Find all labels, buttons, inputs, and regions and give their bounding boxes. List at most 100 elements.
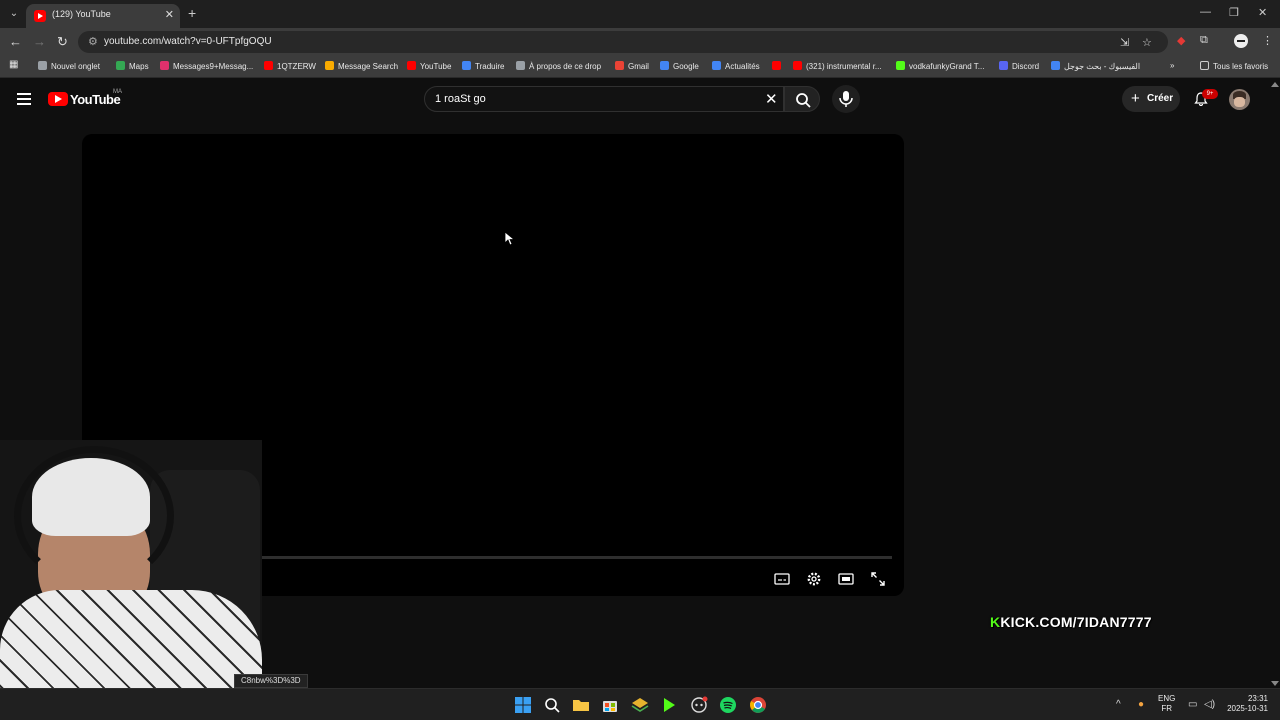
windows-start-icon[interactable] [513, 695, 533, 715]
tray-overflow-chevron-icon[interactable]: ^ [1116, 699, 1121, 710]
browser-toolbar: ← → ↻ ⚙ youtube.com/watch?v=0-UFTpfgOQU … [0, 28, 1280, 56]
tab-search-button[interactable]: ⌄ [6, 6, 22, 22]
tab-close-icon[interactable]: ✕ [165, 8, 174, 21]
bookmark-item[interactable]: YouTube [407, 61, 451, 71]
address-url: youtube.com/watch?v=0-UFTpfgOQU [104, 36, 272, 47]
reload-button[interactable]: ↻ [57, 34, 68, 50]
create-button[interactable]: + Créer [1122, 86, 1180, 112]
search-query: 1 roaSt go [435, 93, 486, 105]
bookmark-favicon-icon [516, 61, 525, 70]
bookmark-item[interactable]: Messages9+Messag... [160, 61, 253, 71]
bookmark-item[interactable]: Maps [116, 61, 149, 71]
chrome-icon[interactable] [748, 695, 768, 715]
bookmark-favicon-icon [1051, 61, 1060, 70]
bookmark-favicon-icon [896, 61, 905, 70]
bookmark-item[interactable]: Google [660, 61, 699, 71]
voice-search-button[interactable] [832, 85, 860, 113]
maximize-button[interactable]: ❐ [1229, 6, 1239, 19]
scroll-down-arrow-icon[interactable] [1271, 681, 1279, 686]
tab-title: (129) YouTube [52, 9, 111, 19]
layers-app-icon[interactable] [630, 695, 650, 715]
youtube-header: YouTube MA 1 roaSt go ✕ + Créer 9+ [0, 80, 1270, 120]
new-tab-button[interactable]: + [188, 5, 196, 21]
more-bookmarks-chevron-icon[interactable]: » [1170, 61, 1174, 70]
extension-icon[interactable]: ◆ [1177, 34, 1185, 47]
bookmark-favicon-icon [712, 61, 721, 70]
apps-grid-icon[interactable]: ▦ [9, 59, 18, 70]
bookmark-item[interactable]: À propos de ce drop [516, 61, 601, 71]
site-info-icon[interactable]: ⚙ [88, 35, 98, 48]
menu-hamburger-icon[interactable] [17, 93, 31, 108]
extensions-puzzle-icon[interactable]: ⧉ [1200, 34, 1208, 47]
bookmark-item[interactable]: 1QTZERW [264, 61, 316, 71]
bookmark-item[interactable]: Actualités [712, 61, 760, 71]
windows-taskbar: ^ ● ENG FR ▭ ◁) 23:31 2025-10-31 [0, 688, 1280, 720]
bookmark-item[interactable]: الفيسبوك - بحث جوجل [1051, 61, 1140, 71]
browser-menu-icon[interactable]: ⋮ [1262, 34, 1273, 47]
search-button[interactable] [784, 86, 820, 112]
all-bookmarks-folder[interactable]: Tous les favoris [1200, 61, 1268, 71]
address-bar[interactable]: ⚙ youtube.com/watch?v=0-UFTpfgOQU ⇲ ☆ [78, 31, 1168, 53]
plus-icon: + [1131, 90, 1140, 107]
bookmark-item[interactable]: Gmail [615, 61, 649, 71]
kick-logo-icon: K [990, 614, 1001, 630]
bookmark-favicon-icon [264, 61, 273, 70]
page-scrollbar[interactable] [1270, 80, 1280, 688]
bookmark-favicon-icon [462, 61, 471, 70]
bookmark-favicon-icon [999, 61, 1008, 70]
search-input[interactable]: 1 roaSt go ✕ [424, 86, 784, 112]
country-code: MA [113, 89, 122, 95]
notification-badge: 9+ [1202, 89, 1218, 99]
create-label: Créer [1147, 93, 1174, 104]
mouse-cursor-icon [505, 232, 515, 246]
bookmark-favicon-icon [325, 61, 334, 70]
system-clock[interactable]: 23:31 2025-10-31 [1224, 694, 1268, 714]
bookmark-item[interactable]: Traduire [462, 61, 505, 71]
search-icon [796, 93, 811, 108]
avatar[interactable] [1229, 89, 1250, 110]
profile-icon[interactable] [1234, 34, 1248, 48]
microsoft-store-icon[interactable] [600, 695, 620, 715]
settings-gear-icon[interactable] [806, 571, 822, 587]
bookmark-favicon-icon [407, 61, 416, 70]
bookmark-item[interactable]: (321) instrumental r... [793, 61, 882, 71]
folder-icon [1200, 61, 1209, 70]
scroll-up-arrow-icon[interactable] [1271, 82, 1279, 87]
subtitles-icon[interactable] [774, 571, 790, 587]
bookmark-item[interactable]: vodkafunkyGrand T... [896, 61, 984, 71]
youtube-logo-icon[interactable] [48, 92, 68, 106]
active-tab[interactable]: (129) YouTube ✕ [26, 4, 180, 28]
bookmark-favicon-icon [615, 61, 624, 70]
microphone-tray-icon[interactable]: ● [1138, 699, 1144, 710]
bookmark-favicon-icon [660, 61, 669, 70]
bookmark-item[interactable]: Discord [999, 61, 1039, 71]
youtube-favicon-icon [34, 10, 46, 22]
youtube-bookmark-icon[interactable] [772, 61, 785, 71]
taskbar-search-icon[interactable] [542, 695, 562, 715]
clear-search-icon[interactable]: ✕ [765, 90, 778, 108]
streamer-shirt [0, 590, 262, 692]
back-button[interactable]: ← [9, 34, 22, 49]
bookmark-star-icon[interactable]: ☆ [1142, 36, 1152, 49]
file-explorer-icon[interactable] [571, 695, 591, 715]
kick-channel-overlay: KKICK.COM/7IDAN7777 [990, 614, 1152, 630]
headset-icon [14, 446, 174, 586]
window-close-button[interactable]: ✕ [1258, 6, 1267, 19]
bookmarks-bar: ▦ Nouvel onglet Maps Messages9+Messag...… [0, 56, 1280, 78]
link-status-url: C8nbw%3D%3D [234, 674, 308, 688]
microphone-icon [839, 91, 853, 107]
fullscreen-icon[interactable] [870, 571, 886, 587]
forward-button[interactable]: → [33, 34, 46, 49]
bookmark-item[interactable]: Nouvel onglet [38, 61, 100, 71]
install-app-icon[interactable]: ⇲ [1120, 36, 1129, 49]
theater-mode-icon[interactable] [838, 571, 854, 587]
webcam-overlay [0, 440, 262, 692]
media-player-icon[interactable] [659, 695, 679, 715]
discord-app-icon[interactable] [689, 695, 709, 715]
network-icon[interactable]: ▭ [1188, 699, 1197, 710]
spotify-icon[interactable] [718, 695, 738, 715]
input-language[interactable]: ENG FR [1158, 694, 1175, 714]
volume-icon[interactable]: ◁) [1204, 699, 1215, 710]
bookmark-item[interactable]: Message Search [325, 61, 398, 71]
minimize-button[interactable]: — [1200, 6, 1211, 18]
